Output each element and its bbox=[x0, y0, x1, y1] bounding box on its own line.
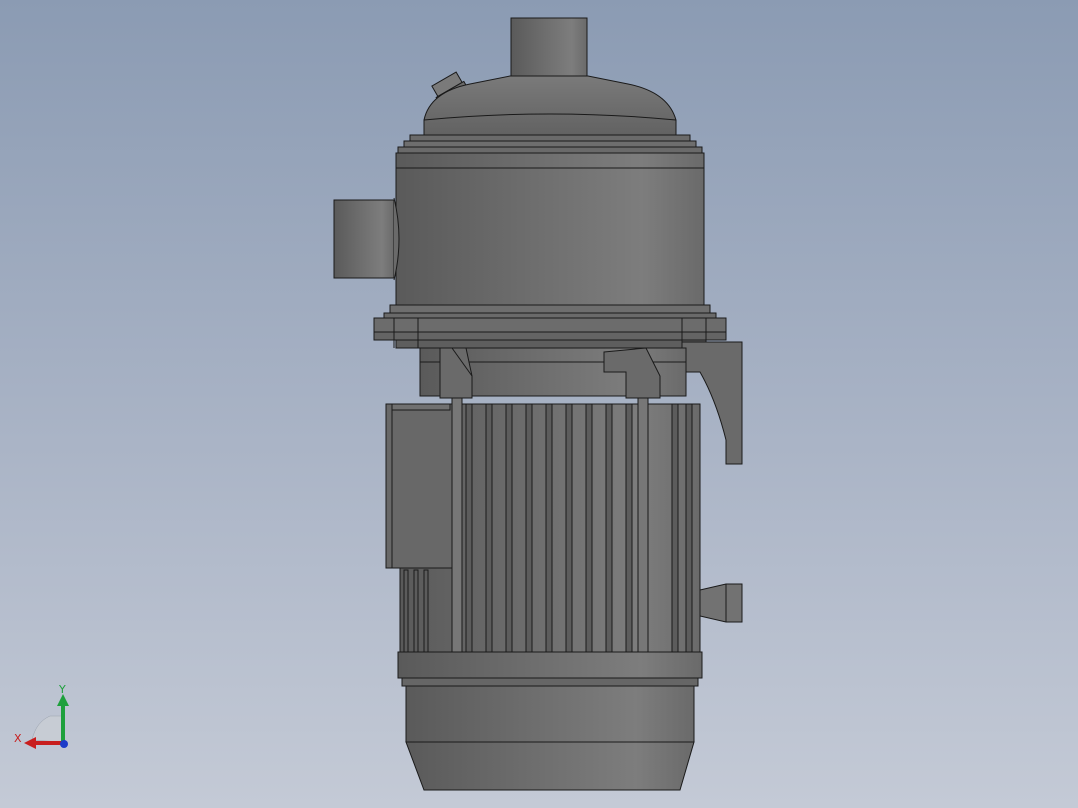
z-axis-dot bbox=[60, 740, 68, 748]
y-axis-label: Y bbox=[59, 683, 66, 696]
filter-housing bbox=[395, 152, 705, 306]
fan-cover bbox=[405, 741, 695, 791]
mounting-flange bbox=[373, 317, 727, 333]
triad-graphic bbox=[24, 694, 69, 749]
top-outlet-pipe bbox=[510, 17, 588, 79]
cable-gland bbox=[699, 583, 743, 623]
graphics-viewport[interactable]: Y X bbox=[0, 0, 1078, 808]
x-axis-arrow bbox=[24, 737, 36, 749]
x-axis-label: X bbox=[14, 732, 22, 745]
pump-motor-model[interactable] bbox=[0, 0, 1078, 808]
coordinate-triad: Y X bbox=[10, 683, 80, 756]
motor-end-cap bbox=[405, 685, 695, 743]
side-inlet-pipe bbox=[333, 199, 395, 279]
terminal-box bbox=[385, 403, 453, 569]
